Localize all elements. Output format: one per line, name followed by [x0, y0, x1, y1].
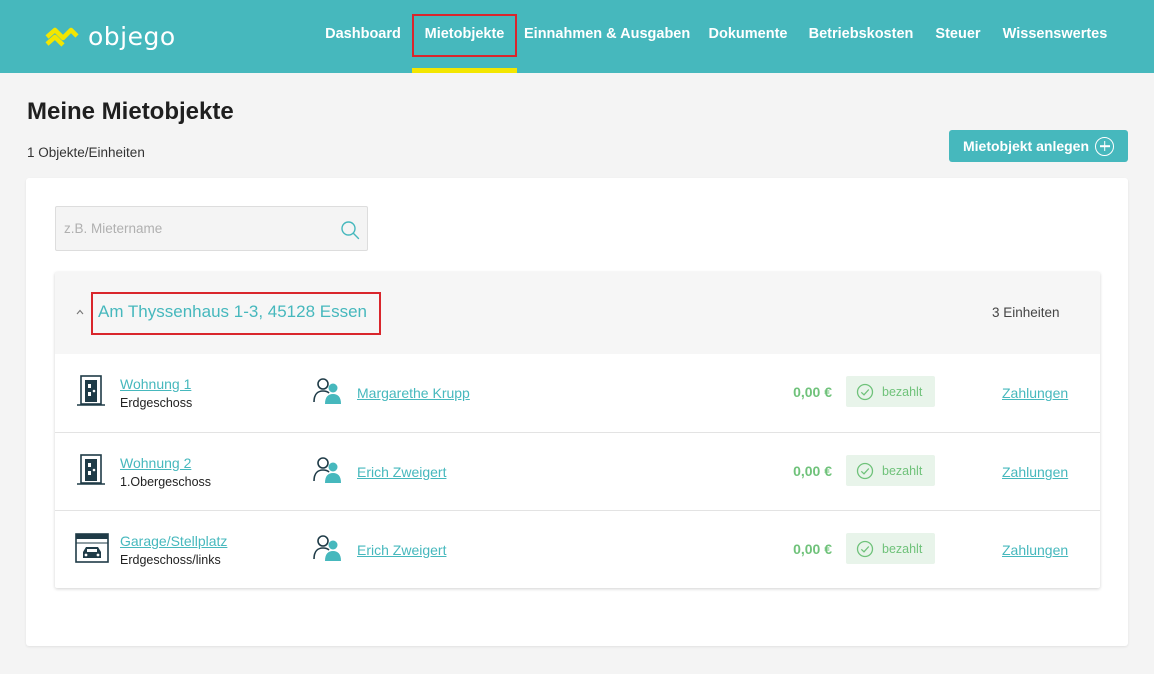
- status-label: bezahlt: [882, 463, 923, 478]
- payments-link[interactable]: Zahlungen: [1002, 464, 1068, 480]
- status-badge: bezahlt: [846, 455, 935, 486]
- search-input[interactable]: [56, 207, 326, 250]
- apartment-door-icon: [77, 375, 105, 406]
- tenant-name-link[interactable]: Erich Zweigert: [357, 464, 446, 480]
- payments-link[interactable]: Zahlungen: [1002, 385, 1068, 401]
- nav-wissenswertes[interactable]: Wissenswertes: [998, 0, 1112, 73]
- unit-count: 3 Einheiten: [992, 305, 1060, 320]
- add-property-button[interactable]: Mietobjekt anlegen: [949, 130, 1128, 162]
- tenant-persons-icon: [313, 457, 341, 483]
- tenant-name-link[interactable]: Margarethe Krupp: [357, 385, 470, 401]
- unit-row: Garage/Stellplatz Erdgeschoss/links Eric…: [55, 510, 1100, 588]
- apartment-door-icon: [77, 454, 105, 485]
- check-circle-icon: [856, 540, 874, 557]
- search-icon[interactable]: [340, 220, 360, 240]
- page-title: Meine Mietobjekte: [27, 98, 234, 125]
- nav-mietobjekte[interactable]: Mietobjekte: [412, 0, 517, 73]
- status-badge: bezahlt: [846, 533, 935, 564]
- rent-amount: 0,00 €: [793, 384, 832, 400]
- unit-name-link[interactable]: Garage/Stellplatz: [120, 533, 227, 549]
- rent-amount: 0,00 €: [793, 541, 832, 557]
- rent-amount: 0,00 €: [793, 463, 832, 479]
- status-label: bezahlt: [882, 541, 923, 556]
- nav-einnahmen-ausgaben[interactable]: Einnahmen & Ausgaben: [524, 0, 690, 73]
- property-address[interactable]: Am Thyssenhaus 1-3, 45128 Essen: [98, 302, 367, 322]
- tenant-name-link[interactable]: Erich Zweigert: [357, 542, 446, 558]
- unit-floor: Erdgeschoss/links: [120, 553, 221, 567]
- logo-text: objego: [88, 21, 176, 51]
- top-navigation-bar: objego Dashboard Mietobjekte Einnahmen &…: [0, 0, 1154, 73]
- nav-dashboard[interactable]: Dashboard: [320, 0, 406, 73]
- tenant-search: [55, 206, 368, 251]
- chevron-up-icon[interactable]: [76, 308, 84, 316]
- tenant-persons-icon: [313, 378, 341, 404]
- unit-row: Wohnung 2 1.Obergeschoss Erich Zweigert …: [55, 432, 1100, 510]
- status-label: bezahlt: [882, 384, 923, 399]
- nav-dokumente[interactable]: Dokumente: [700, 0, 796, 73]
- garage-icon: [75, 533, 109, 563]
- property-header[interactable]: Am Thyssenhaus 1-3, 45128 Essen 3 Einhei…: [55, 272, 1100, 354]
- unit-floor: Erdgeschoss: [120, 396, 193, 410]
- check-circle-icon: [856, 383, 874, 400]
- nav-betriebskosten[interactable]: Betriebskosten: [806, 0, 916, 73]
- logo-mark-icon: [45, 27, 79, 47]
- unit-name-link[interactable]: Wohnung 2: [120, 455, 191, 471]
- add-property-button-label: Mietobjekt anlegen: [962, 138, 1090, 154]
- status-badge: bezahlt: [846, 376, 935, 407]
- nav-steuer[interactable]: Steuer: [928, 0, 988, 73]
- property-group: Am Thyssenhaus 1-3, 45128 Essen 3 Einhei…: [55, 272, 1100, 588]
- check-circle-icon: [856, 462, 874, 479]
- payments-link[interactable]: Zahlungen: [1002, 542, 1068, 558]
- object-count: 1 Objekte/Einheiten: [27, 145, 145, 160]
- objego-logo[interactable]: objego: [44, 20, 176, 52]
- tenant-persons-icon: [313, 535, 341, 561]
- unit-row: Wohnung 1 Erdgeschoss Margarethe Krupp 0…: [55, 354, 1100, 432]
- unit-floor: 1.Obergeschoss: [120, 475, 212, 489]
- unit-name-link[interactable]: Wohnung 1: [120, 376, 191, 392]
- plus-circle-icon: [1095, 136, 1115, 156]
